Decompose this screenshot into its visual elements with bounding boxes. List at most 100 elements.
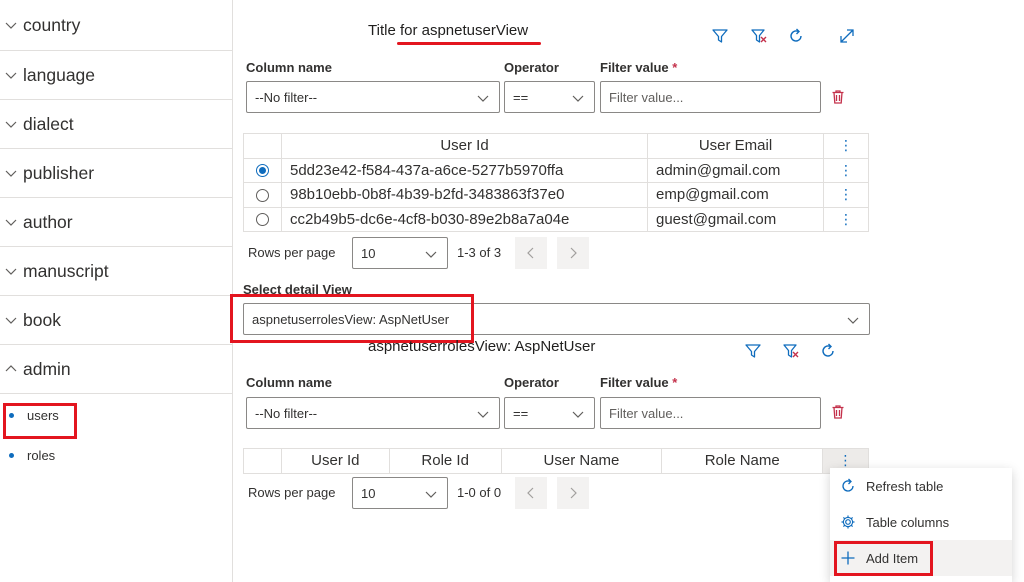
operator-value: == xyxy=(513,89,529,105)
row-more-icon[interactable]: ⋮ xyxy=(823,182,869,208)
column-header-role-name[interactable]: Role Name xyxy=(661,448,824,474)
sidebar-item-book[interactable]: book xyxy=(0,296,232,345)
sidebar-item-manuscript[interactable]: manuscript xyxy=(0,247,232,296)
radio-unselected-icon xyxy=(256,188,269,202)
column-header-user-email[interactable]: User Email xyxy=(647,133,824,159)
filter-icon[interactable] xyxy=(743,341,763,361)
delete-icon[interactable] xyxy=(828,87,848,107)
sidebar-item-label: author xyxy=(23,211,73,232)
cell-user-email: admin@gmail.com xyxy=(647,157,824,183)
title-underline-highlight xyxy=(397,42,541,45)
previous-page-button[interactable] xyxy=(515,237,547,269)
menu-item-label: Add Item xyxy=(866,550,919,566)
table-row[interactable]: 5dd23e42-f584-437a-a6ce-5277b5970ffa adm… xyxy=(243,157,869,183)
select-column-header xyxy=(243,133,282,159)
sidebar-subitem-users[interactable]: users xyxy=(0,395,232,435)
rows-per-page-select[interactable]: 10 xyxy=(352,477,448,509)
row-select-radio[interactable] xyxy=(243,206,282,232)
column-header-user-name[interactable]: User Name xyxy=(500,448,663,474)
row-select-radio[interactable] xyxy=(243,157,282,183)
chevron-down-icon xyxy=(571,407,585,421)
operator-select[interactable]: == xyxy=(504,397,595,429)
rows-per-page-select[interactable]: 10 xyxy=(352,237,448,269)
bullet-icon xyxy=(9,452,14,458)
column-header-role-id[interactable]: Role Id xyxy=(388,448,502,474)
required-asterisk: * xyxy=(672,60,678,75)
required-asterisk: * xyxy=(672,375,678,390)
bullet-icon xyxy=(9,412,14,418)
sidebar-nav: country language dialect publisher autho… xyxy=(0,0,233,582)
operator-value: == xyxy=(513,405,529,421)
filter-icon[interactable] xyxy=(710,26,730,46)
refresh-icon[interactable] xyxy=(786,26,806,46)
chevron-down-icon xyxy=(4,117,18,131)
detail-view-select[interactable]: aspnetuserrolesView: AspNetUser xyxy=(243,303,870,335)
detail-view-title: aspnetuserrolesView: AspNetUser xyxy=(368,338,596,355)
sidebar-subitem-label: roles xyxy=(27,447,56,463)
sidebar-item-country[interactable]: country xyxy=(0,0,232,51)
table-header-row: User Id Role Id User Name Role Name ⋮ xyxy=(243,448,869,474)
radio-unselected-icon xyxy=(256,213,269,227)
chevron-down-icon xyxy=(424,247,438,261)
refresh-icon[interactable] xyxy=(818,341,838,361)
expand-icon[interactable] xyxy=(837,26,857,46)
chevron-down-icon xyxy=(4,313,18,327)
operator-label: Operator xyxy=(504,375,559,390)
operator-label: Operator xyxy=(504,60,559,75)
chevron-right-icon xyxy=(570,247,577,259)
sidebar-item-language[interactable]: language xyxy=(0,51,232,100)
rows-per-page-value: 10 xyxy=(361,485,376,501)
filter-value-input[interactable]: Filter value... xyxy=(600,397,821,429)
chevron-left-icon xyxy=(527,247,534,259)
chevron-down-icon xyxy=(4,166,18,180)
filter-value-label: Filter value * xyxy=(600,375,678,390)
more-options-icon[interactable]: ⋮ xyxy=(823,133,869,159)
detail-view-value: aspnetuserrolesView: AspNetUser xyxy=(252,311,450,327)
row-more-icon[interactable]: ⋮ xyxy=(823,157,869,183)
next-page-button[interactable] xyxy=(557,477,589,509)
table-row[interactable]: cc2b49b5-dc6e-4cf8-b030-89e2b8a7a04e gue… xyxy=(243,206,869,232)
clear-filter-icon[interactable] xyxy=(781,341,801,361)
sidebar-item-dialect[interactable]: dialect xyxy=(0,100,232,149)
next-page-button[interactable] xyxy=(557,237,589,269)
table-header-row: User Id User Email ⋮ xyxy=(243,133,869,159)
filter-value-label: Filter value * xyxy=(600,60,678,75)
column-name-select[interactable]: --No filter-- xyxy=(246,81,500,113)
sidebar-item-publisher[interactable]: publisher xyxy=(0,149,232,198)
cell-user-email: emp@gmail.com xyxy=(647,182,824,208)
previous-page-button[interactable] xyxy=(515,477,547,509)
sidebar-item-label: language xyxy=(23,64,96,85)
column-name-label: Column name xyxy=(246,60,332,75)
sidebar-item-label: admin xyxy=(23,358,71,379)
sidebar-item-admin[interactable]: admin xyxy=(0,345,232,394)
column-name-select[interactable]: --No filter-- xyxy=(246,397,500,429)
operator-select[interactable]: == xyxy=(504,81,595,113)
table-row[interactable]: 98b10ebb-0b8f-4b39-b2fd-3483863f37e0 emp… xyxy=(243,182,869,208)
row-more-icon[interactable]: ⋮ xyxy=(823,206,869,232)
user-roles-table: User Id Role Id User Name Role Name ⋮ xyxy=(243,448,869,474)
pagination-range: 1-0 of 0 xyxy=(457,485,502,500)
chevron-down-icon xyxy=(476,91,490,105)
column-header-user-id[interactable]: User Id xyxy=(280,448,390,474)
column-name-value: --No filter-- xyxy=(255,89,318,105)
filter-value-input[interactable]: Filter value... xyxy=(600,81,821,113)
clear-filter-icon[interactable] xyxy=(749,26,769,46)
sidebar-item-author[interactable]: author xyxy=(0,198,232,247)
cell-user-email: guest@gmail.com xyxy=(647,206,824,232)
menu-item-add-item[interactable]: Add Item xyxy=(830,540,1012,576)
rows-per-page-label: Rows per page xyxy=(248,245,336,260)
select-column-header xyxy=(243,448,282,474)
delete-icon[interactable] xyxy=(828,402,848,422)
filter-value-placeholder: Filter value... xyxy=(609,89,684,105)
rows-per-page-label: Rows per page xyxy=(248,485,336,500)
users-table: User Id User Email ⋮ 5dd23e42-f584-437a-… xyxy=(243,133,869,232)
chevron-down-icon xyxy=(846,313,860,327)
menu-item-table-columns[interactable]: Table columns xyxy=(830,504,1012,540)
column-name-label: Column name xyxy=(246,375,332,390)
chevron-left-icon xyxy=(527,487,534,499)
row-select-radio[interactable] xyxy=(243,182,282,208)
column-header-user-id[interactable]: User Id xyxy=(281,133,648,159)
sidebar-subitem-roles[interactable]: roles xyxy=(0,435,232,475)
menu-item-refresh-table[interactable]: Refresh table xyxy=(830,468,1012,504)
chevron-right-icon xyxy=(570,487,577,499)
